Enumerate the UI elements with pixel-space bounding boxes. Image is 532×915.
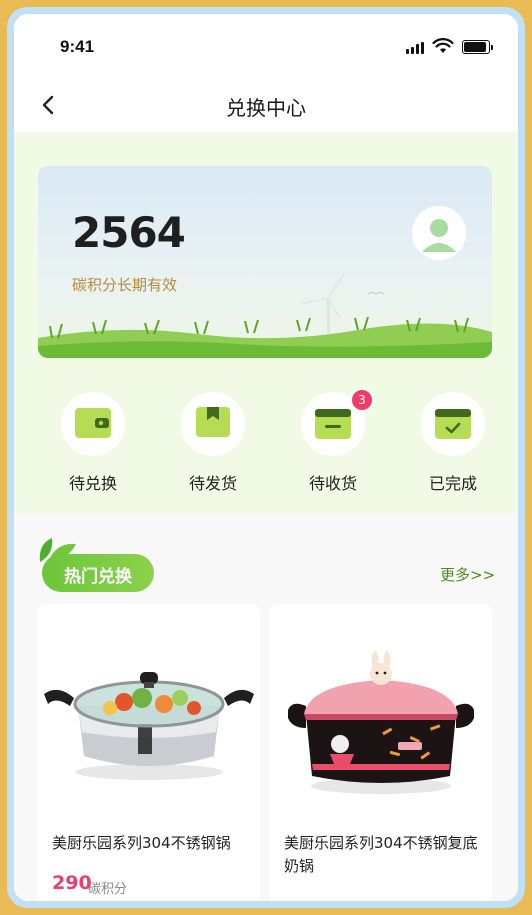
points-card: 2564 碳积分长期有效 (38, 166, 492, 358)
battery-icon (462, 40, 493, 54)
points-value: 2564 (72, 208, 186, 257)
quick-item-label: 待收货 (308, 474, 357, 493)
quick-item-label: 待兑换 (68, 474, 117, 493)
hot-exchange-title: 热门兑换 (64, 567, 132, 587)
avatar[interactable] (412, 206, 466, 260)
user-icon (422, 219, 456, 252)
box-icon (196, 407, 230, 437)
product-card[interactable]: 美厨乐园系列304不锈钢复底奶锅 (270, 604, 492, 901)
wifi-icon (432, 38, 454, 53)
hot-exchange-heading: 热门兑换 (42, 554, 154, 592)
page-title: 兑换中心 (226, 96, 306, 120)
stainless-pot-image (44, 672, 254, 780)
order-status-bar: 待兑换 待发货 3 待收货 已完成 (14, 388, 518, 502)
wallet-icon (75, 408, 111, 438)
product-name: 美厨乐园系列304不锈钢锅 (52, 834, 231, 852)
quick-item-label: 待发货 (188, 474, 237, 493)
signal-icon (406, 42, 424, 54)
product-card[interactable]: 美厨乐园系列304不锈钢锅 290 碳积分 (38, 604, 260, 901)
notification-badge: 3 (350, 388, 374, 412)
phone-screen: 9:41 兑换中心 2564 碳积分长期有效 待兑换 待发货 3 待收货 已完成… (14, 14, 518, 901)
status-bar: 9:41 (14, 14, 518, 80)
nav-bar: 兑换中心 (14, 80, 518, 132)
ceramic-pot-image (288, 651, 474, 794)
completed-icon (435, 409, 471, 439)
quick-item-label: 已完成 (428, 474, 477, 493)
status-time: 9:41 (60, 37, 95, 56)
more-link[interactable]: 更多>> (440, 564, 495, 585)
product-price: 290 (52, 872, 92, 894)
product-name: 美厨乐园系列304不锈钢复底奶锅 (284, 834, 478, 875)
product-price-unit: 碳积分 (88, 882, 128, 897)
grass-illustration (38, 273, 492, 358)
